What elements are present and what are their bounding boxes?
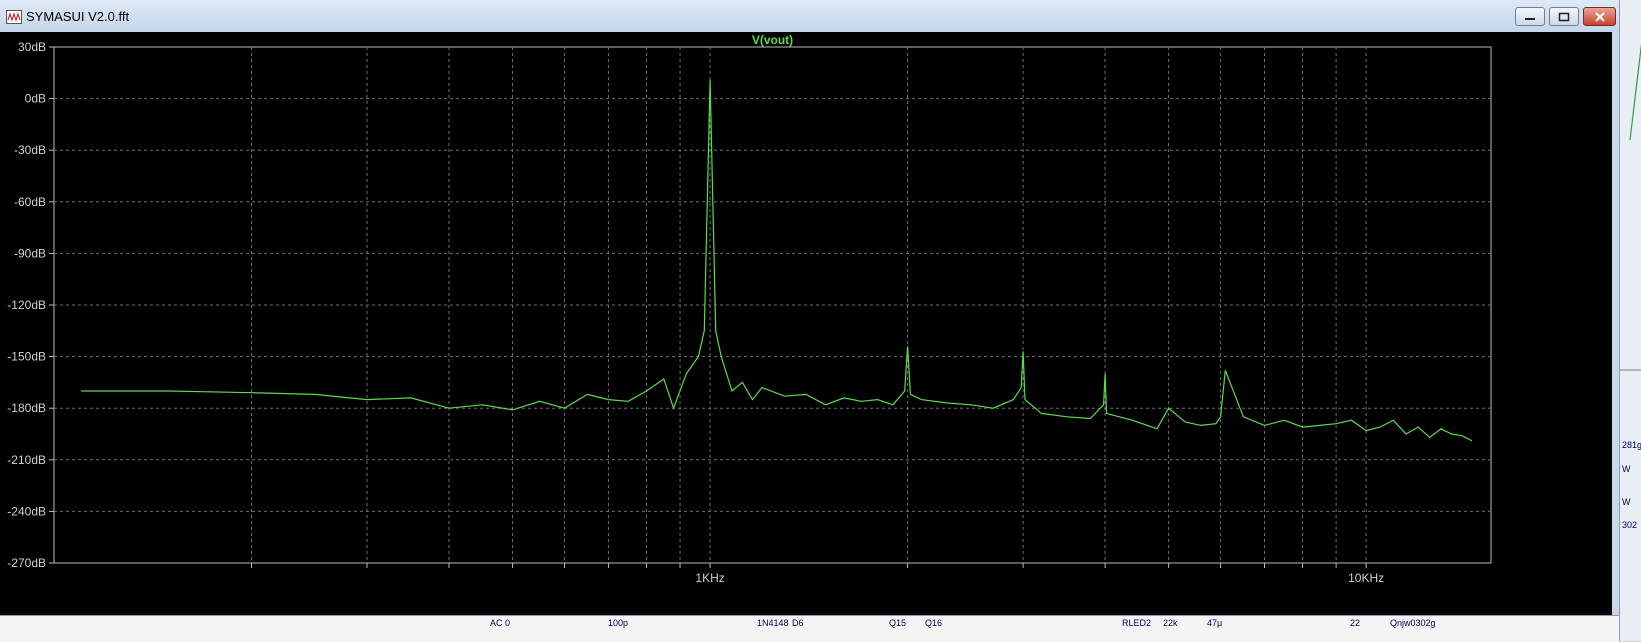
schematic-strip-right: 281g W W 302	[1619, 0, 1641, 641]
schematic-wires-right	[1620, 0, 1641, 641]
series-line-vout	[81, 80, 1472, 441]
y-tick-label: 0dB	[25, 92, 46, 106]
y-tick-label: -150dB	[7, 350, 46, 364]
y-tick-label: -120dB	[7, 298, 46, 312]
y-tick-label: -60dB	[14, 195, 46, 209]
schematic-label: 281g	[1622, 440, 1641, 450]
schematic-label: 100p	[608, 618, 628, 628]
schematic-label: 22	[1350, 618, 1360, 628]
schematic-label: W	[1622, 464, 1631, 474]
y-tick-label: -180dB	[7, 401, 46, 415]
y-tick-label: -240dB	[7, 504, 46, 518]
x-tick-label: 10KHz	[1348, 571, 1384, 585]
plot-area[interactable]: 30dB 0dB -30dB -60dB -90dB -120dB -150dB -180dB…	[0, 32, 1612, 615]
y-tick-label: -210dB	[7, 453, 46, 467]
y-tick-label: -30dB	[14, 143, 46, 157]
fft-chart[interactable]: 30dB 0dB -30dB -60dB -90dB -120dB -150dB -180dB…	[0, 32, 1612, 615]
y-tick-label: 30dB	[18, 40, 46, 54]
schematic-label: Q16	[925, 618, 942, 628]
x-tick-label: 1KHz	[695, 571, 724, 585]
schematic-label: Qnjw0302g	[1390, 618, 1436, 628]
schematic-label: W	[1622, 497, 1631, 507]
schematic-label: AC 0	[490, 618, 510, 628]
waveform-window: SYMASUI V2.0.fft 30dB 0dB -30dB -60dB -90dB -…	[0, 0, 1620, 641]
maximize-button[interactable]	[1549, 7, 1579, 26]
schematic-label: Q15	[889, 618, 906, 628]
close-icon	[1594, 12, 1606, 22]
schematic-label: RLED2	[1122, 618, 1151, 628]
schematic-label: 302	[1622, 520, 1637, 530]
chart-title: V(vout)	[752, 33, 793, 47]
close-button[interactable]	[1583, 7, 1616, 26]
maximize-icon	[1558, 12, 1570, 22]
schematic-strip-bottom: AC 0 100p 1N4148D6 Q15 Q16 RLED2 22k 47μ 22 Qnjw0…	[0, 615, 1619, 642]
window-title: SYMASUI V2.0.fft	[26, 9, 129, 24]
schematic-label: 47μ	[1207, 618, 1222, 628]
title-bar[interactable]: SYMASUI V2.0.fft	[0, 0, 1619, 32]
minimize-icon	[1524, 12, 1536, 22]
schematic-label: D6	[792, 618, 804, 628]
plot-frame	[54, 47, 1491, 563]
y-tick-label: -90dB	[14, 246, 46, 260]
minimize-button[interactable]	[1515, 7, 1545, 26]
y-tick-label: -270dB	[7, 556, 46, 570]
waveform-app-icon	[6, 10, 22, 24]
schematic-label: 22k	[1163, 618, 1178, 628]
schematic-label: 1N4148	[757, 618, 789, 628]
